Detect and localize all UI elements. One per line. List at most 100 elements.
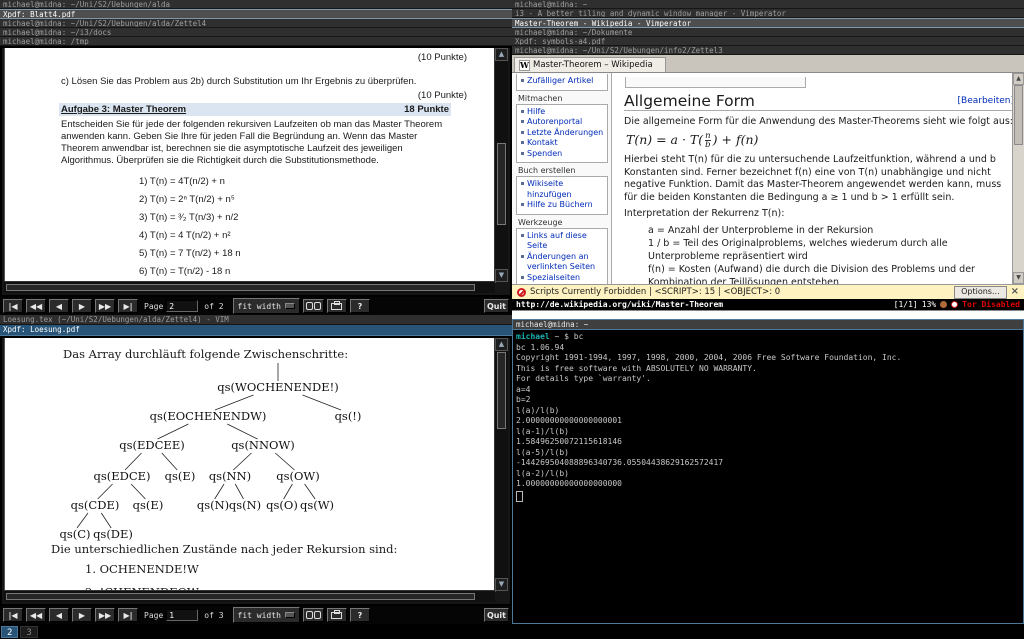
scroll-up-icon[interactable]: ▲ xyxy=(1013,73,1024,85)
tree-node: qs(EDCEE) xyxy=(119,438,184,452)
browser-vertical-scrollbar[interactable]: ▲ ▼ xyxy=(1012,73,1024,284)
print-button[interactable] xyxy=(327,608,347,622)
page-number-input[interactable] xyxy=(166,609,198,621)
binoculars-icon xyxy=(306,302,321,310)
scroll-up-icon[interactable]: ▲ xyxy=(495,338,508,351)
first-page-icon: |◀ xyxy=(8,302,17,311)
scrollbar-thumb[interactable] xyxy=(1014,85,1023,145)
portlet-navigation-cutoff: Zufälliger Artikel xyxy=(516,74,608,91)
last-page-button[interactable]: ▶| xyxy=(118,608,138,622)
window-title[interactable]: i3 - A better tiling and dynamic window … xyxy=(512,9,1024,18)
pdf-view-loesung[interactable]: Das Array durchläuft folgende Zwischensc… xyxy=(0,336,512,606)
help-button[interactable]: ? xyxy=(350,299,370,313)
quit-button[interactable]: Quit xyxy=(484,608,509,622)
sidebar-link[interactable]: Änderungen an verlinkten Seiten xyxy=(520,252,606,273)
back-fast-button[interactable]: ◀◀ xyxy=(26,299,46,313)
window-title[interactable]: michael@midna: ~/i3/docs xyxy=(0,28,512,37)
sidebar-link[interactable]: Kontakt xyxy=(520,138,606,149)
find-button[interactable] xyxy=(303,608,324,622)
proxy-icon[interactable] xyxy=(940,301,947,308)
tor-status: Tor Disabled xyxy=(962,300,1020,309)
tree-node: qs(WOCHENENDE!) xyxy=(217,380,338,394)
pdf2-horizontal-scrollbar[interactable] xyxy=(4,590,495,602)
terminal-body[interactable]: michael ~ $ bc bc 1.06.94Copyright 1991-… xyxy=(513,330,1023,623)
back-fast-icon: ◀◀ xyxy=(30,611,42,620)
scroll-down-icon[interactable]: ▼ xyxy=(495,269,508,282)
window-title[interactable]: michael@midna: ~/Dokumente xyxy=(512,28,1024,37)
print-button[interactable] xyxy=(327,299,347,313)
window-title[interactable]: michael@midna: /tmp xyxy=(0,37,512,46)
close-icon[interactable]: × xyxy=(1011,287,1019,297)
sidebar-link[interactable]: Zufälliger Artikel xyxy=(520,76,606,87)
scrollbar-thumb[interactable] xyxy=(6,593,475,600)
desktop: michael@midna: ~/Uni/S2/Uebungen/aldaXpd… xyxy=(0,0,1024,639)
sidebar-link[interactable]: Hilfe zu Büchern xyxy=(520,200,606,211)
forward-fast-icon: ▶▶ xyxy=(99,302,111,311)
page-label: Page xyxy=(144,302,163,311)
recurrence-formula: 1) T(n) = 4T(n/2) + n xyxy=(139,176,241,194)
vimperator-commandline[interactable] xyxy=(512,310,1024,319)
window-title[interactable]: michael@midna: ~/Uni/S2/Uebungen/alda xyxy=(0,0,512,9)
scroll-down-icon[interactable]: ▼ xyxy=(1013,272,1024,284)
quit-button[interactable]: Quit xyxy=(484,299,509,313)
task-header: Aufgabe 3: Master Theorem 18 Punkte xyxy=(59,103,451,116)
wikipedia-favicon: W xyxy=(519,60,530,71)
points-label: (10 Punkte) xyxy=(418,52,467,63)
sidebar-link[interactable]: Autorenportal xyxy=(520,117,606,128)
window-title-xpdf-loesung[interactable]: Xpdf: Loesung.pdf xyxy=(0,325,512,336)
window-title[interactable]: michael@midna: ~/Uni/S2/Uebungen/alda/Ze… xyxy=(0,19,512,28)
help-button[interactable]: ? xyxy=(350,608,370,622)
tab-master-theorem[interactable]: W Master-Theorem – Wikipedia xyxy=(514,57,666,72)
exercise-line-c: c) Lösen Sie das Problem aus 2b) durch S… xyxy=(61,76,416,87)
scroll-up-icon[interactable]: ▲ xyxy=(495,48,508,61)
window-title-vim[interactable]: Loesung.tex (~/Uni/S2/Uebungen/alda/Zett… xyxy=(0,315,512,325)
sidebar-link[interactable]: Letzte Änderungen xyxy=(520,128,606,139)
sidebar-link[interactable]: Druckversion xyxy=(520,283,606,284)
scrollbar-thumb[interactable] xyxy=(497,143,506,225)
window-title[interactable]: michael@midna: ~/Uni/S2/Uebungen/info2/Z… xyxy=(512,46,1024,55)
pdf1-horizontal-scrollbar[interactable] xyxy=(4,281,495,293)
window-title-terminal[interactable]: michael@midna: ~ xyxy=(513,320,1023,330)
first-page-button[interactable]: |◀ xyxy=(3,608,23,622)
prev-page-button[interactable]: ◀ xyxy=(49,608,69,622)
page-number-input[interactable] xyxy=(166,300,198,312)
article-intro: Die allgemeine Form für die Anwendung de… xyxy=(624,116,1014,129)
noscript-icon xyxy=(517,288,526,297)
zoom-mode-select[interactable]: fit width xyxy=(233,298,300,314)
workspace-button-2[interactable]: 2 xyxy=(1,626,18,638)
prev-page-button[interactable]: ◀ xyxy=(49,299,69,313)
noscript-options-button[interactable]: Options... xyxy=(954,286,1007,299)
noscript-status-icon[interactable] xyxy=(951,301,958,308)
pdf2-vertical-scrollbar[interactable]: ▲ ▼ xyxy=(494,338,508,591)
sidebar-link[interactable]: Spezialseiten xyxy=(520,273,606,284)
next-page-button[interactable]: ▶ xyxy=(72,299,92,313)
tree-node: qs(OW) xyxy=(276,469,319,483)
sidebar-link[interactable]: Wikiseite hinzufügen xyxy=(520,179,606,200)
find-button[interactable] xyxy=(303,299,324,313)
back-fast-button[interactable]: ◀◀ xyxy=(26,608,46,622)
left-column: michael@midna: ~/Uni/S2/Uebungen/aldaXpd… xyxy=(0,0,512,624)
last-page-button[interactable]: ▶| xyxy=(118,299,138,313)
workspace-button-3[interactable]: 3 xyxy=(20,626,37,638)
scrollbar-thumb[interactable] xyxy=(6,284,475,291)
next-page-button[interactable]: ▶ xyxy=(72,608,92,622)
pdf-view-blatt4[interactable]: (10 Punkte) c) Lösen Sie das Problem aus… xyxy=(0,46,512,297)
window-title[interactable]: Xpdf: symbols-a4.pdf xyxy=(512,37,1024,46)
forward-fast-button[interactable]: ▶▶ xyxy=(95,608,115,622)
window-title-label: Loesung.tex (~/Uni/S2/Uebungen/alda/Zett… xyxy=(3,315,229,324)
sidebar-link[interactable]: Hilfe xyxy=(520,107,606,118)
edit-section-link[interactable]: [Bearbeiten] xyxy=(958,95,1014,108)
forward-fast-button[interactable]: ▶▶ xyxy=(95,299,115,313)
window-title[interactable]: Xpdf: Blatt4.pdf xyxy=(0,9,512,19)
first-page-button[interactable]: |◀ xyxy=(3,299,23,313)
window-title[interactable]: Master-Theorem - Wikipedia - Vimperator xyxy=(512,18,1024,28)
pdf1-vertical-scrollbar[interactable]: ▲ ▼ xyxy=(494,48,508,282)
sidebar-link[interactable]: Links auf diese Seite xyxy=(520,231,606,252)
sidebar-link[interactable]: Spenden xyxy=(520,149,606,160)
recurrence-formula: 3) T(n) = ³⁄₂ T(n/3) + n/2 xyxy=(139,212,241,230)
scroll-down-icon[interactable]: ▼ xyxy=(495,578,508,591)
tree-node: qs(E) xyxy=(165,469,196,483)
zoom-mode-select[interactable]: fit width xyxy=(233,607,300,623)
window-title[interactable]: michael@midna: ~ xyxy=(512,0,1024,9)
scrollbar-thumb[interactable] xyxy=(497,352,506,429)
